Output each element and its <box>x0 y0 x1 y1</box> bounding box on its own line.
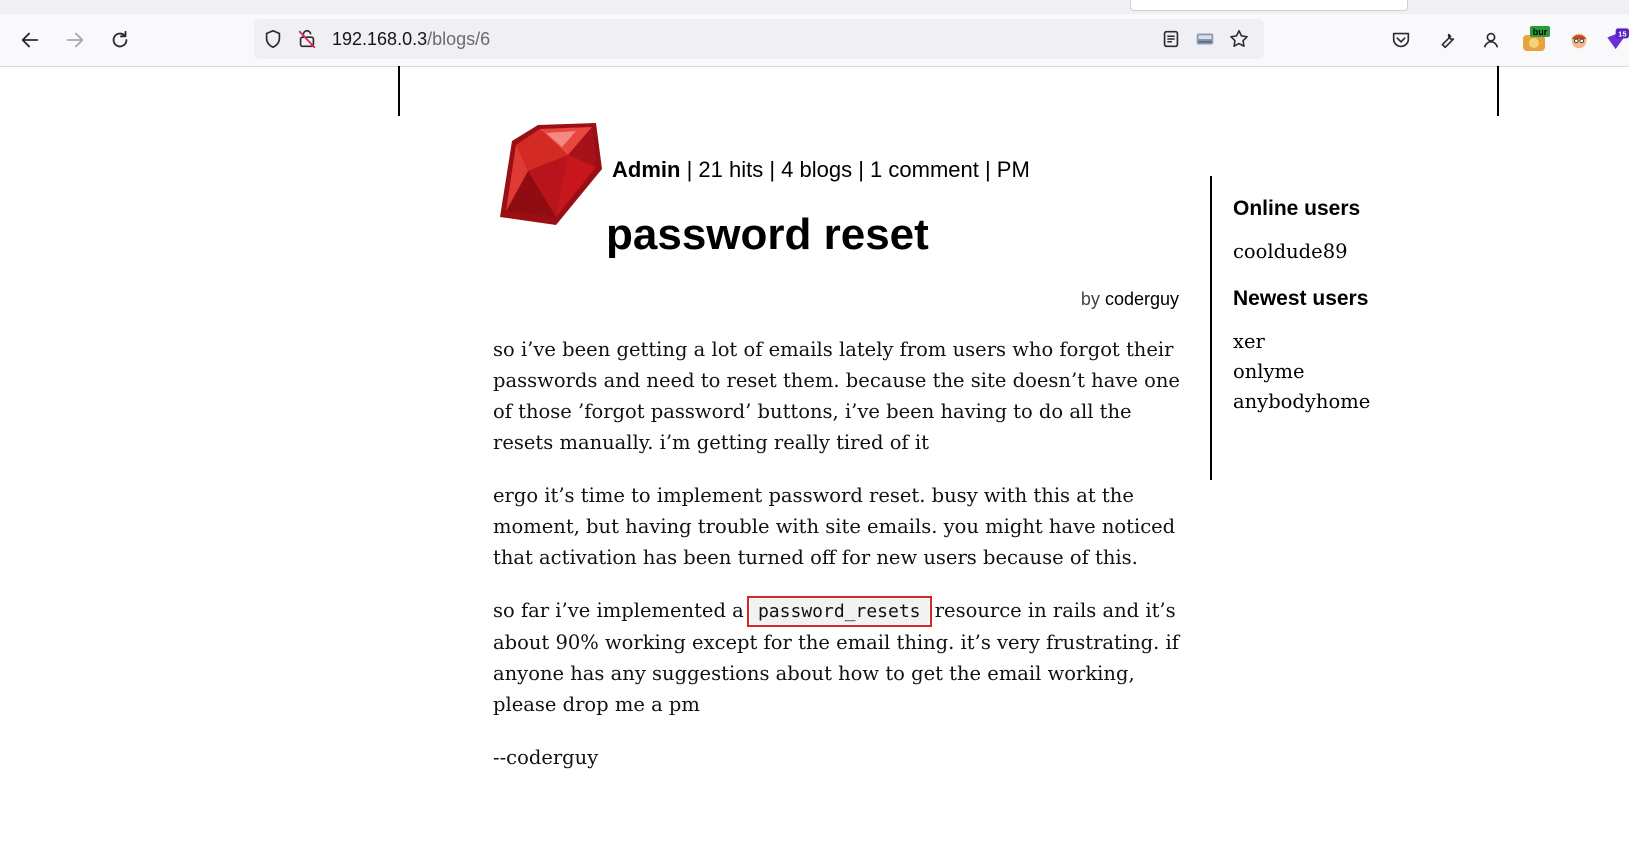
newest-users-heading: Newest users <box>1233 287 1369 310</box>
right-border-line <box>1497 66 1499 116</box>
post-meta: Admin | 21 hits | 4 blogs | 1 comment | … <box>612 156 1030 184</box>
left-border-line <box>398 66 400 116</box>
url-path: /blogs/6 <box>427 29 491 49</box>
browser-top-strip <box>0 0 1629 14</box>
url-text[interactable]: 192.168.0.3/blogs/6 <box>332 28 490 50</box>
pocket-icon <box>1392 32 1410 48</box>
newest-users-list: xer onlyme anybodyhome <box>1233 327 1533 417</box>
sidebar: Online users cooldude89 Newest users xer… <box>1233 195 1533 435</box>
pocket-button[interactable] <box>1386 25 1416 55</box>
meta-user-link[interactable]: Admin <box>612 157 680 182</box>
post-paragraph-2: ergo it’s time to implement password res… <box>493 484 1176 569</box>
bookmark-star-icon[interactable] <box>1228 28 1250 50</box>
byline: by coderguy <box>1081 288 1179 310</box>
account-icon <box>1483 32 1499 48</box>
browser-toolbar: 192.168.0.3/blogs/6 bur 15 <box>0 14 1629 67</box>
badge-extension-button[interactable]: 15 <box>1604 25 1629 55</box>
burp-extension-button[interactable]: bur <box>1520 25 1550 55</box>
reload-icon <box>112 30 128 48</box>
reader-view-icon[interactable] <box>1160 28 1182 50</box>
burp-label: bur <box>1533 27 1548 37</box>
burp-extension-icon: bur <box>1523 26 1550 51</box>
ruby-logo <box>500 123 602 225</box>
post-paragraph-3: so far i’ve implemented a password_reset… <box>493 595 1193 720</box>
post-body: so i’ve been getting a lot of emails lat… <box>493 334 1193 795</box>
post-title: password reset <box>606 210 929 259</box>
url-bar[interactable]: 192.168.0.3/blogs/6 <box>254 19 1264 59</box>
author-link[interactable]: coderguy <box>1105 289 1179 309</box>
highlighted-code-resource: password_resets <box>746 596 932 627</box>
newest-user-item[interactable]: xer <box>1233 327 1533 357</box>
para3-before: so far i’ve implemented a <box>493 599 750 622</box>
sidebar-divider <box>1210 176 1212 480</box>
wrench-icon <box>1441 33 1455 49</box>
badge-count: 15 <box>1618 30 1626 39</box>
forward-button[interactable] <box>61 26 89 54</box>
arrow-right-icon <box>66 32 84 48</box>
post-paragraph-1: so i’ve been getting a lot of emails lat… <box>493 338 1180 454</box>
url-host: 192.168.0.3 <box>332 29 428 49</box>
insecure-lock-icon[interactable] <box>296 28 318 50</box>
avatar-extension-button[interactable] <box>1564 25 1594 55</box>
newest-user-item[interactable]: anybodyhome <box>1233 387 1533 417</box>
online-user-item[interactable]: cooldude89 <box>1233 237 1533 267</box>
shield-icon[interactable] <box>262 28 284 50</box>
arrow-left-icon <box>21 32 39 48</box>
post-signature: --coderguy <box>493 746 599 769</box>
shield-badge-icon: 15 <box>1607 28 1629 50</box>
tools-button[interactable] <box>1432 25 1462 55</box>
reload-button[interactable] <box>106 26 134 54</box>
newest-user-item[interactable]: onlyme <box>1233 357 1533 387</box>
meta-stats[interactable]: | 21 hits | 4 blogs | 1 comment | PM <box>680 157 1030 182</box>
popup-edge <box>1130 0 1408 11</box>
online-users-list: cooldude89 <box>1233 237 1533 267</box>
online-users-heading: Online users <box>1233 197 1361 220</box>
face-icon <box>1571 33 1587 49</box>
back-button[interactable] <box>16 26 44 54</box>
account-button[interactable] <box>1476 25 1506 55</box>
by-label: by <box>1080 289 1100 309</box>
page-action-icon[interactable] <box>1194 28 1216 50</box>
